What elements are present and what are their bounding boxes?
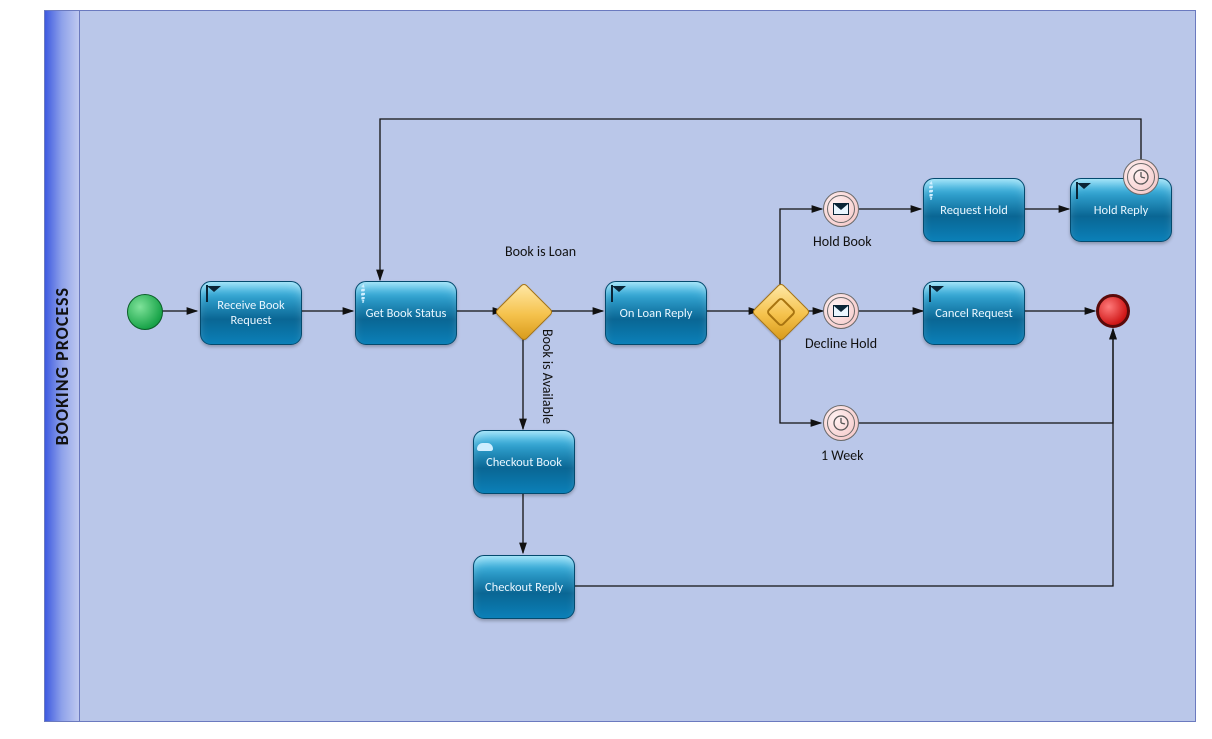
task-checkout-reply[interactable]: Checkout Reply: [473, 555, 575, 619]
task-label: Hold Reply: [1094, 203, 1149, 218]
event-hold-book[interactable]: [823, 191, 859, 227]
task-label: Request Hold: [940, 203, 1008, 218]
task-cancel-request[interactable]: Cancel Request: [923, 281, 1025, 345]
task-get-book-status[interactable]: Get Book Status: [355, 281, 457, 345]
boundary-timer-hold-reply[interactable]: [1123, 159, 1159, 195]
clock-icon: [824, 406, 858, 440]
pool-booking-process: BOOKING PROCESS: [44, 10, 1196, 722]
task-label: Cancel Request: [935, 306, 1013, 321]
message-icon: [824, 294, 858, 328]
bpmn-canvas: BOOKING PROCESS: [0, 0, 1212, 739]
event-label-decline-hold: Decline Hold: [805, 335, 877, 352]
task-checkout-book[interactable]: Checkout Book: [473, 430, 575, 494]
message-icon: [1076, 183, 1078, 198]
task-label: Checkout Book: [486, 455, 562, 470]
message-icon: [824, 192, 858, 226]
gateway-inner-icon: [761, 292, 801, 332]
message-icon: [206, 286, 208, 301]
start-event[interactable]: [127, 294, 163, 330]
task-label: On Loan Reply: [620, 306, 693, 321]
gateway-event-based[interactable]: [751, 282, 810, 341]
task-label: Receive Book Request: [201, 298, 301, 328]
task-label: Get Book Status: [366, 306, 447, 321]
task-on-loan-reply[interactable]: On Loan Reply: [605, 281, 707, 345]
gear-icon: [929, 183, 933, 198]
task-request-hold[interactable]: Request Hold: [923, 178, 1025, 242]
edge-label-book-is-available: Book is Available: [539, 329, 556, 424]
edge-label-book-is-loan: Book is Loan: [505, 243, 576, 260]
pool-title: BOOKING PROCESS: [51, 287, 73, 445]
task-receive-book-request[interactable]: Receive Book Request: [200, 281, 302, 345]
clock-icon: [1124, 160, 1158, 194]
pool-header: BOOKING PROCESS: [45, 11, 80, 721]
event-one-week-timer[interactable]: [823, 405, 859, 441]
message-icon: [611, 286, 613, 301]
task-label: Checkout Reply: [485, 580, 563, 595]
flow-connectors: [45, 11, 1195, 721]
event-decline-hold[interactable]: [823, 293, 859, 329]
event-label-hold-book: Hold Book: [813, 233, 872, 250]
end-event[interactable]: [1096, 294, 1130, 328]
gear-icon: [361, 286, 365, 301]
message-icon: [929, 286, 931, 301]
event-label-one-week: 1 Week: [821, 447, 864, 464]
